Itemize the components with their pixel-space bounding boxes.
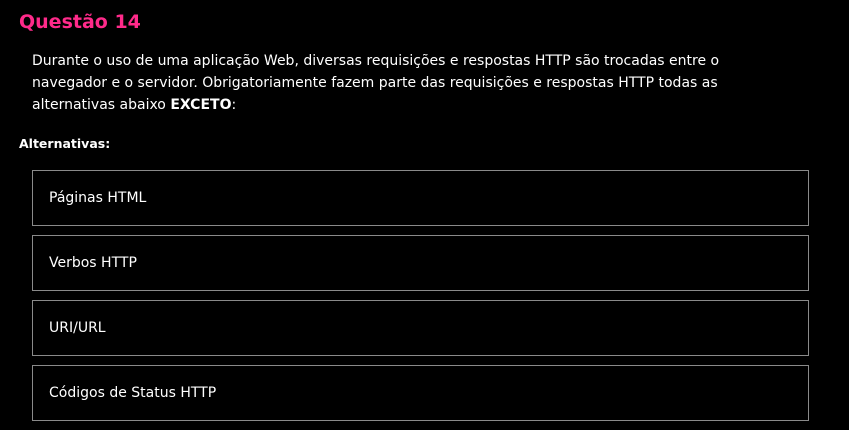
question-text-end: : (231, 97, 237, 113)
alternative-option-label: URI/URL (49, 320, 106, 336)
alternative-option-label: Páginas HTML (49, 190, 147, 206)
question-text-body: Durante o uso de uma aplicação Web, dive… (32, 53, 720, 113)
alternative-option-label: Verbos HTTP (49, 255, 137, 271)
question-text-emphasis: EXCETO (170, 97, 232, 113)
alternative-option-label: Códigos de Status HTTP (49, 385, 217, 401)
question-text: Durante o uso de uma aplicação Web, dive… (32, 50, 792, 116)
alternatives-label: Alternativas: (19, 136, 111, 151)
alternative-option-2[interactable]: Verbos HTTP (32, 235, 809, 291)
question-title: Questão 14 (19, 11, 141, 33)
alternatives-list: Páginas HTML Verbos HTTP URI/URL Códigos… (32, 170, 809, 421)
alternative-option-3[interactable]: URI/URL (32, 300, 809, 356)
alternative-option-4[interactable]: Códigos de Status HTTP (32, 365, 809, 421)
alternative-option-1[interactable]: Páginas HTML (32, 170, 809, 226)
